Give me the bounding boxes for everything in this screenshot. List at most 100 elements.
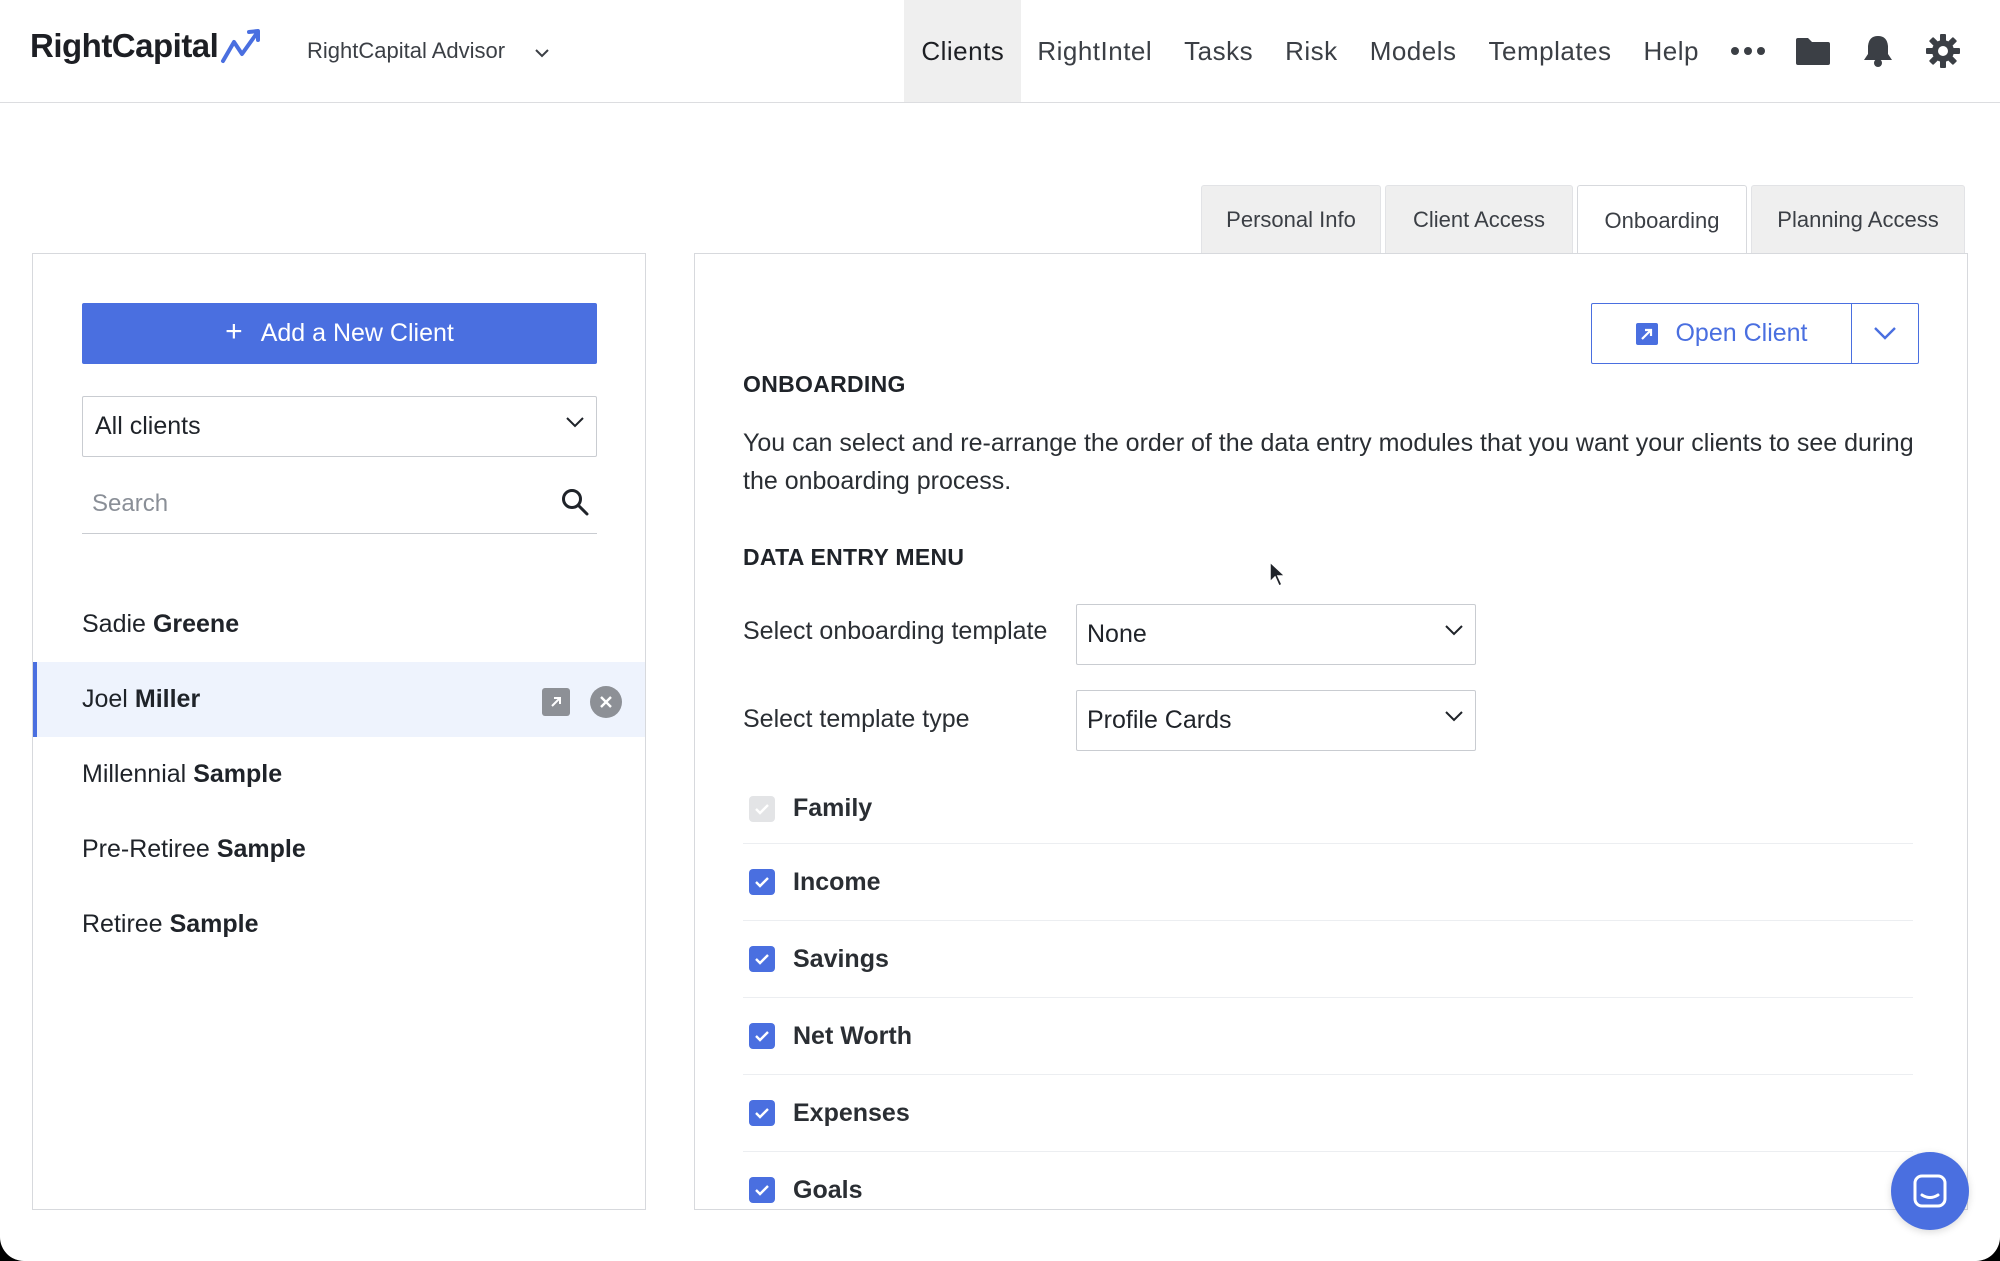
app-window: RightCapital RightCapital Advisor Client… [0,0,2000,1261]
module-checkbox-income[interactable] [749,869,775,895]
client-tabs: Personal Info Client Access Onboarding P… [1201,185,1965,255]
check-icon [755,1031,769,1042]
module-row-savings: Savings [743,921,1913,998]
open-external-icon [1635,322,1659,346]
onboarding-panel: Open Client ONBOARDING You can select an… [694,253,1968,1210]
client-row-actions [542,686,622,718]
template-type-label: Select template type [743,705,970,733]
nav-tasks[interactable]: Tasks [1168,0,1269,102]
onboarding-template-select[interactable]: None [1076,604,1476,665]
client-search-input[interactable]: Search [82,474,597,534]
advisor-switcher[interactable]: RightCapital Advisor [307,38,549,64]
chat-icon [1913,1174,1947,1208]
template-type-select[interactable]: Profile Cards [1076,690,1476,751]
more-icon[interactable] [1715,46,1780,56]
rightcapital-logo[interactable]: RightCapital [30,27,264,65]
tab-personal-info[interactable]: Personal Info [1201,185,1381,254]
module-checkbox-goals[interactable] [749,1177,775,1203]
onboarding-heading: ONBOARDING [743,371,906,397]
check-icon [755,1185,769,1196]
module-row-family: Family [743,774,1913,844]
bell-icon[interactable] [1845,34,1910,68]
open-client-button[interactable]: Open Client [1592,304,1852,363]
client-last-name: Sample [193,760,283,788]
nav-templates[interactable]: Templates [1473,0,1628,102]
client-first-name: Millennial [82,760,187,788]
client-last-name: Sample [169,910,259,938]
client-row[interactable]: Sadie Greene [33,587,645,662]
tab-client-access[interactable]: Client Access [1385,185,1573,254]
gear-icon[interactable] [1910,33,1975,69]
chevron-down-icon [535,48,549,57]
data-entry-module-list: Family Income Savings Net Worth Expenses… [743,774,1913,1209]
logo-text: RightCapital [30,27,219,64]
chevron-down-icon [1445,711,1463,722]
chat-support-button[interactable] [1891,1152,1969,1230]
module-checkbox-savings[interactable] [749,946,775,972]
add-client-button[interactable]: + Add a New Client [82,303,597,364]
nav-clients[interactable]: Clients [904,0,1022,102]
open-client-dropdown-toggle[interactable] [1852,304,1918,363]
module-checkbox-expenses[interactable] [749,1100,775,1126]
nav-help[interactable]: Help [1628,0,1715,102]
template-type-value: Profile Cards [1087,706,1232,734]
module-checkbox-family [749,795,775,822]
module-label: Goals [793,1175,863,1204]
client-first-name: Sadie [82,610,146,638]
client-last-name: Sample [216,835,306,863]
search-placeholder: Search [92,489,169,517]
advisor-label: RightCapital Advisor [307,38,506,63]
client-list: Sadie Greene Joel Miller Millennial Samp… [33,587,645,962]
nav-rightintel[interactable]: RightIntel [1021,0,1168,102]
client-first-name: Joel [82,685,128,713]
check-icon [755,1108,769,1119]
client-last-name: Greene [152,610,240,638]
tab-onboarding[interactable]: Onboarding [1577,185,1747,255]
mouse-cursor-icon [1269,560,1287,588]
module-checkbox-net-worth[interactable] [749,1023,775,1049]
plus-icon: + [225,315,243,348]
module-label: Family [793,794,873,822]
module-row-net-worth: Net Worth [743,998,1913,1075]
module-row-expenses: Expenses [743,1075,1913,1152]
client-first-name: Retiree [82,910,163,938]
check-icon [755,877,769,888]
add-client-label: Add a New Client [260,319,454,347]
onboarding-template-value: None [1087,620,1147,648]
module-label: Income [793,867,881,896]
client-filter-value: All clients [95,412,201,440]
data-entry-menu-heading: DATA ENTRY MENU [743,544,965,570]
folder-icon[interactable] [1780,36,1845,66]
module-row-goals: Goals [743,1152,1913,1209]
chevron-down-icon [566,417,584,428]
tab-planning-access[interactable]: Planning Access [1751,185,1965,254]
check-icon [755,954,769,965]
nav-risk[interactable]: Risk [1269,0,1354,102]
nav-icon-group [1715,33,1975,69]
module-label: Savings [793,944,889,973]
client-row[interactable]: Retiree Sample [33,887,645,962]
search-icon[interactable] [561,488,589,516]
client-last-name: Miller [134,685,201,713]
client-row[interactable]: Millennial Sample [33,737,645,812]
remove-client-icon[interactable] [590,686,622,718]
chevron-down-icon [1445,625,1463,636]
client-first-name: Pre-Retiree [82,835,210,863]
open-external-icon[interactable] [542,688,570,716]
client-row-selected[interactable]: Joel Miller [33,662,645,737]
client-row[interactable]: Pre-Retiree Sample [33,812,645,887]
chevron-down-icon [1874,327,1896,340]
top-nav-bar: RightCapital RightCapital Advisor Client… [0,0,2000,103]
check-icon [755,803,769,815]
client-filter-select[interactable]: All clients [82,396,597,457]
client-list-panel: + Add a New Client All clients Search Sa… [32,253,646,1210]
onboarding-template-label: Select onboarding template [743,617,1048,645]
logo-arrow-icon [221,29,261,63]
onboarding-description: You can select and re-arrange the order … [743,429,1914,495]
module-row-income: Income [743,844,1913,921]
nav-models[interactable]: Models [1354,0,1473,102]
module-label: Net Worth [793,1021,912,1050]
open-client-split-button: Open Client [1591,303,1919,364]
main-nav: Clients RightIntel Tasks Risk Models Tem… [904,0,2000,102]
module-label: Expenses [793,1098,910,1127]
